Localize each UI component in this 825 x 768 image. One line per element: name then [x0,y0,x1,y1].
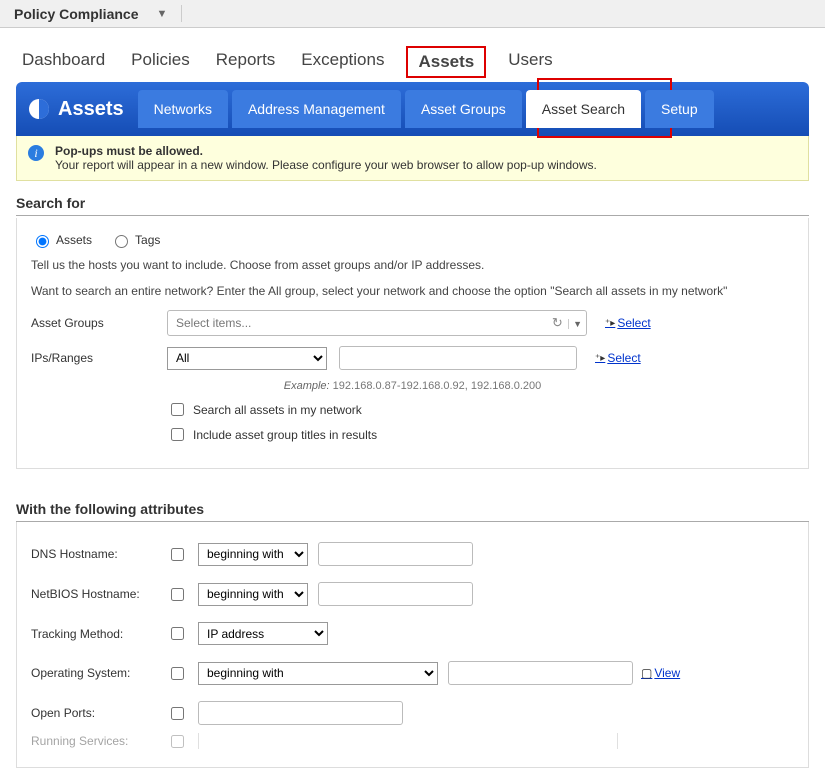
cb-netbios[interactable] [171,588,184,601]
cb-include-titles-label: Include asset group titles in results [193,428,377,442]
ip-example: Example: 192.168.0.87-192.168.0.92, 192.… [31,380,794,392]
label-netbios: NetBIOS Hostname: [31,587,167,601]
arrow-icon: ⁺▸ [605,318,615,329]
input-open-ports[interactable] [198,701,403,725]
tab-users[interactable]: Users [506,46,554,74]
select-netbios-match[interactable]: beginning with [198,583,308,606]
ips-ranges-input[interactable] [339,346,577,370]
popup-notice: i Pop-ups must be allowed. Your report w… [16,136,809,181]
cb-os[interactable] [171,667,184,680]
cb-running[interactable] [171,735,184,748]
main-tabs: Dashboard Policies Reports Exceptions As… [0,28,825,82]
tab-assets[interactable]: Assets [406,46,486,78]
svg-text:i: i [34,146,37,160]
cb-search-all-label: Search all assets in my network [193,403,362,417]
os-view-link[interactable]: ▢ View [641,666,680,680]
tab-dashboard[interactable]: Dashboard [20,46,107,74]
asset-groups-select-link[interactable]: ⁺▸Select [605,316,651,330]
topbar-separator [181,5,182,22]
tab-reports[interactable]: Reports [214,46,278,74]
tab-policies[interactable]: Policies [129,46,192,74]
subtab-setup[interactable]: Setup [645,90,714,128]
notice-bold: Pop-ups must be allowed. [55,144,597,158]
cb-include-titles[interactable] [171,428,184,441]
attributes-heading: With the following attributes [16,487,809,522]
cb-dns[interactable] [171,548,184,561]
intro-1: Tell us the hosts you want to include. C… [31,258,794,272]
attributes-panel: DNS Hostname: beginning with NetBIOS Hos… [16,522,809,768]
input-dns[interactable] [318,542,473,566]
input-running[interactable] [198,733,618,749]
subtab-networks[interactable]: Networks [138,90,228,128]
label-asset-groups: Asset Groups [31,316,167,330]
label-open-ports: Open Ports: [31,706,167,720]
asset-groups-picker[interactable]: Select items... ↻ ▼ [167,310,587,336]
cb-tracking[interactable] [171,627,184,640]
assets-icon [28,98,50,120]
search-for-panel: Assets Tags Tell us the hosts you want t… [16,218,809,469]
notice-text: Your report will appear in a new window.… [55,158,597,172]
input-os[interactable] [448,661,633,685]
tab-exceptions[interactable]: Exceptions [299,46,386,74]
radio-assets-label: Assets [56,233,92,247]
select-dns-match[interactable]: beginning with [198,543,308,566]
radio-tags-label: Tags [135,233,160,247]
subtab-address-management[interactable]: Address Management [232,90,401,128]
cb-open-ports[interactable] [171,707,184,720]
intro-2: Want to search an entire network? Enter … [31,284,794,298]
select-tracking[interactable]: IP address [198,622,328,645]
info-icon: i [27,144,45,162]
view-icon: ▢ [641,666,652,680]
refresh-icon[interactable]: ↻ [552,315,563,330]
subtab-asset-groups[interactable]: Asset Groups [405,90,522,128]
ips-select-link[interactable]: ⁺▸Select [595,351,641,365]
label-running-services: Running Services: [31,734,167,748]
chevron-down-icon[interactable]: ▼ [156,8,167,20]
input-netbios[interactable] [318,582,473,606]
cb-search-all[interactable] [171,403,184,416]
search-for-heading: Search for [16,181,809,216]
arrow-icon: ⁺▸ [595,353,605,364]
select-os-match[interactable]: beginning with [198,662,438,685]
label-ips-ranges: IPs/Ranges [31,351,167,365]
chevron-down-icon[interactable]: ▼ [568,319,582,329]
subnav-title: Assets [58,98,124,121]
label-os: Operating System: [31,666,167,680]
app-dropdown-label[interactable]: Policy Compliance [14,6,138,22]
radio-tags[interactable] [115,235,128,248]
asset-groups-placeholder: Select items... [176,316,251,330]
subnav: Assets Networks Address Management Asset… [16,82,809,136]
subtab-asset-search[interactable]: Asset Search [526,90,641,128]
radio-assets[interactable] [36,235,49,248]
ips-network-select[interactable]: All [167,347,327,370]
label-tracking: Tracking Method: [31,627,167,641]
top-bar: Policy Compliance ▼ [0,0,825,28]
label-dns: DNS Hostname: [31,547,167,561]
